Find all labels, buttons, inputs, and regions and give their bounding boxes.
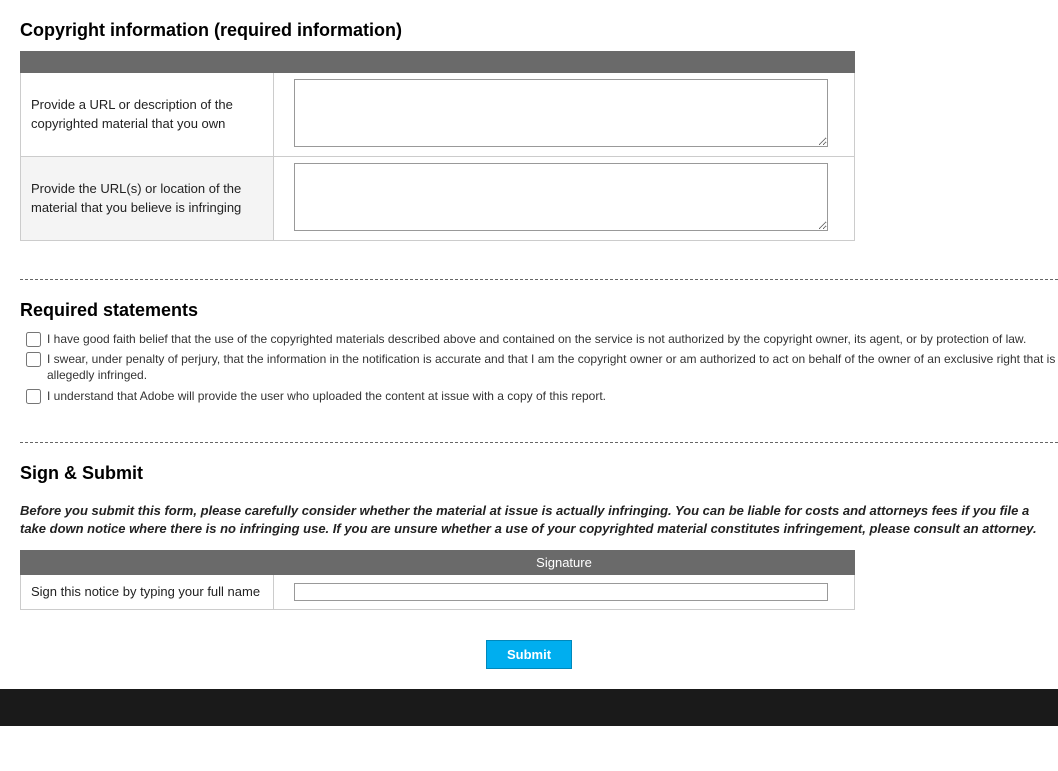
statements-heading: Required statements: [20, 300, 1058, 321]
section-divider: [20, 279, 1058, 280]
signature-table: Signature Sign this notice by typing you…: [20, 550, 855, 610]
statement-good-faith: I have good faith belief that the use of…: [20, 331, 1058, 347]
url-description-label: Provide a URL or description of the copy…: [21, 73, 274, 157]
submit-row: Submit: [0, 640, 1058, 669]
statement-perjury: I swear, under penalty of perjury, that …: [20, 351, 1058, 383]
infringing-url-textarea[interactable]: [294, 163, 828, 231]
good-faith-label: I have good faith belief that the use of…: [47, 331, 1026, 347]
signature-header: Signature: [274, 551, 855, 575]
submit-button[interactable]: Submit: [486, 640, 572, 669]
sign-heading: Sign & Submit: [20, 463, 1058, 484]
perjury-checkbox[interactable]: [26, 352, 41, 367]
table-row: Sign this notice by typing your full nam…: [21, 575, 855, 610]
table-header-empty-right: [274, 52, 855, 73]
signature-input[interactable]: [294, 583, 828, 601]
good-faith-checkbox[interactable]: [26, 332, 41, 347]
statements-group: I have good faith belief that the use of…: [20, 331, 1058, 404]
sign-warning: Before you submit this form, please care…: [20, 502, 1058, 538]
understand-checkbox[interactable]: [26, 389, 41, 404]
table-row: Provide the URL(s) or location of the ma…: [21, 157, 855, 241]
statement-understand: I understand that Adobe will provide the…: [20, 388, 1058, 404]
section-divider: [20, 442, 1058, 443]
infringing-url-cell: [274, 157, 855, 241]
url-description-cell: [274, 73, 855, 157]
footer-bar: [0, 689, 1058, 726]
infringing-url-label: Provide the URL(s) or location of the ma…: [21, 157, 274, 241]
table-row: Provide a URL or description of the copy…: [21, 73, 855, 157]
signature-header-empty: [21, 551, 274, 575]
signature-input-cell: [274, 575, 855, 610]
table-header-empty-left: [21, 52, 274, 73]
copyright-heading: Copyright information (required informat…: [20, 20, 1058, 41]
perjury-label: I swear, under penalty of perjury, that …: [47, 351, 1058, 383]
copyright-table: Provide a URL or description of the copy…: [20, 51, 855, 241]
url-description-textarea[interactable]: [294, 79, 828, 147]
understand-label: I understand that Adobe will provide the…: [47, 388, 606, 404]
signature-label: Sign this notice by typing your full nam…: [21, 575, 274, 610]
